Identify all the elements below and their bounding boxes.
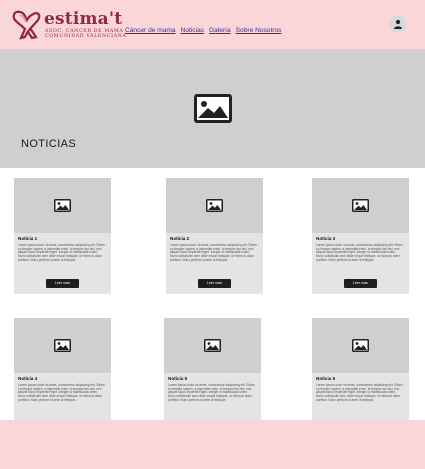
- image-icon: [54, 339, 71, 352]
- hero-banner: NOTICIAS: [0, 49, 425, 168]
- news-thumbnail: [312, 318, 409, 373]
- nav-cancer-de-mama[interactable]: Cáncer de mama: [125, 27, 176, 34]
- image-icon: [352, 199, 369, 212]
- page-title: NOTICIAS: [21, 138, 77, 150]
- nav-noticias[interactable]: Noticias: [181, 27, 204, 34]
- nav-sobre-nosotros[interactable]: Sobre Nosotros: [236, 27, 282, 34]
- news-card: Noticia 5 Lorem ipsum dolor sit amet, co…: [312, 318, 409, 420]
- news-card: Noticia 4 Lorem ipsum dolor sit amet, co…: [14, 318, 111, 420]
- image-icon: [352, 339, 369, 352]
- image-icon: [54, 199, 71, 212]
- news-title: Noticia 5: [316, 376, 336, 381]
- news-card: Noticia 3 Lorem ipsum dolor sit amet, co…: [312, 178, 409, 294]
- image-icon: [194, 94, 232, 123]
- read-more-button[interactable]: Leer más: [46, 279, 79, 288]
- user-icon: [394, 19, 402, 29]
- news-excerpt: Lorem ipsum dolor sit amet, consectetur …: [18, 243, 105, 262]
- news-excerpt: Lorem ipsum dolor sit amet, consectetur …: [170, 243, 257, 262]
- news-title: Noticia 2: [170, 236, 190, 241]
- news-thumbnail: [166, 178, 263, 233]
- read-more-button[interactable]: Leer más: [344, 279, 377, 288]
- ribbon-logo-icon: [12, 10, 41, 40]
- news-excerpt: Lorem ipsum dolor sit amet, consectetur …: [18, 383, 105, 402]
- brand-subtitle-2: COMUNIDAD VALENCIANA: [45, 34, 127, 39]
- image-icon: [204, 339, 221, 352]
- news-title: Noticia 1: [18, 236, 38, 241]
- news-card: Noticia 1 Lorem ipsum dolor sit amet, co…: [14, 178, 111, 294]
- nav-galeria[interactable]: Galería: [209, 27, 231, 34]
- news-excerpt: Lorem ipsum dolor sit amet, consectetur …: [316, 383, 403, 402]
- news-thumbnail: [14, 178, 111, 233]
- news-title: Noticia 5: [168, 376, 188, 381]
- news-thumbnail: [14, 318, 111, 373]
- logo[interactable]: estima't ASOC. CÁNCER DE MAMA COMUNIDAD …: [10, 9, 126, 41]
- news-card: Noticia 5 Lorem ipsum dolor sit amet, co…: [164, 318, 261, 420]
- news-excerpt: Lorem ipsum dolor sit amet, consectetur …: [168, 383, 255, 402]
- news-title: Noticia 4: [18, 376, 38, 381]
- read-more-button[interactable]: Leer más: [198, 279, 231, 288]
- news-card: Noticia 2 Lorem ipsum dolor sit amet, co…: [166, 178, 263, 294]
- footer: [0, 420, 425, 469]
- image-icon: [206, 199, 223, 212]
- main-nav: Cáncer de mama Noticias Galería Sobre Nosot…: [125, 19, 286, 34]
- page: estima't ASOC. CÁNCER DE MAMA COMUNIDAD …: [0, 0, 425, 469]
- brand-name: estima't: [44, 9, 123, 29]
- user-account-button[interactable]: [389, 15, 407, 33]
- news-thumbnail: [312, 178, 409, 233]
- news-excerpt: Lorem ipsum dolor sit amet, consectetur …: [316, 243, 403, 262]
- news-thumbnail: [164, 318, 261, 373]
- header: estima't ASOC. CÁNCER DE MAMA COMUNIDAD …: [0, 0, 425, 49]
- news-title: Noticia 3: [316, 236, 336, 241]
